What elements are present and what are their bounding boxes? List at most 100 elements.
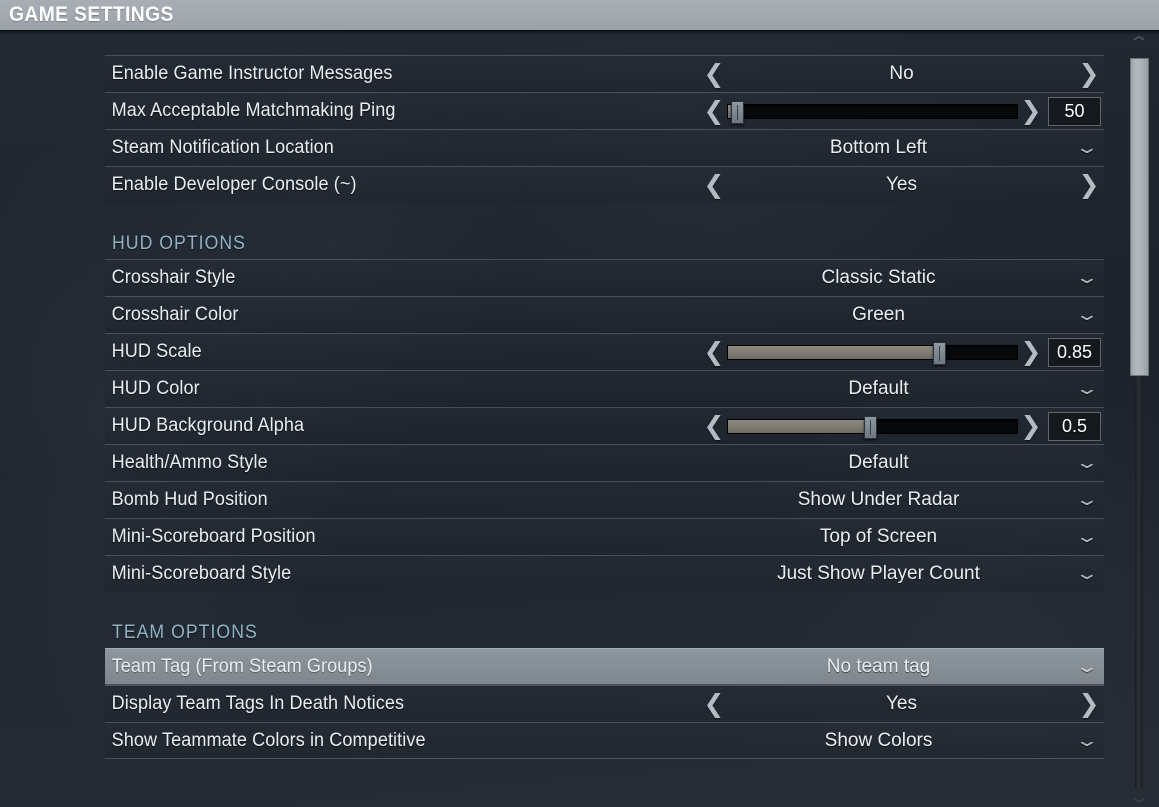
setting-value: Classic Static — [821, 267, 936, 288]
setting-label: Display Team Tags In Death Notices — [111, 693, 405, 714]
setting-value: No — [889, 63, 914, 84]
chevron-down-icon[interactable]: ⌄ — [1062, 307, 1113, 324]
setting-row[interactable]: Crosshair Color Green ⌄ — [105, 296, 1104, 333]
setting-control-slider[interactable]: ❮ ❯ 50 — [699, 93, 1104, 129]
chevron-down-icon[interactable]: ⌄ — [1062, 566, 1113, 583]
chevron-down-icon[interactable]: ⌄ — [1062, 270, 1113, 287]
game-settings-screen: GAME SETTINGS Enable Game Instructor Mes… — [0, 0, 1159, 807]
chevron-down-icon[interactable]: ⌄ — [1062, 492, 1113, 509]
section-header-label: TEAM OPTIONS — [112, 622, 258, 643]
chevron-right-icon[interactable]: ❯ — [1018, 98, 1044, 124]
chevron-down-icon[interactable]: ⌄ — [1062, 381, 1113, 398]
setting-control-dropdown[interactable]: Classic Static ⌄ — [699, 260, 1104, 296]
settings-scroll-pane: Enable Game Instructor Messages ❮ No ❯ Max A… — [0, 35, 1159, 807]
settings-list: Enable Game Instructor Messages ❮ No ❯ Max A… — [105, 55, 1104, 759]
setting-value: Show Colors — [824, 729, 933, 751]
section-header: HUD OPTIONS — [105, 203, 1104, 259]
setting-row[interactable]: Steam Notification Location Bottom Left ⌄ — [105, 129, 1104, 166]
setting-row[interactable]: Enable Game Instructor Messages ❮ No ❯ — [105, 55, 1104, 92]
scroll-up-arrow-icon[interactable]: ⌃ — [1123, 35, 1155, 52]
chevron-left-icon[interactable]: ❮ — [701, 339, 727, 365]
setting-value: Yes — [886, 174, 917, 195]
chevron-down-icon[interactable]: ⌄ — [1062, 529, 1113, 546]
setting-label: Mini-Scoreboard Position — [111, 526, 316, 547]
chevron-left-icon[interactable]: ❮ — [701, 413, 727, 439]
setting-control-dropdown[interactable]: Show Under Radar ⌄ — [699, 482, 1104, 518]
chevron-left-icon[interactable]: ❮ — [701, 691, 727, 717]
section-header-label: HUD OPTIONS — [112, 233, 246, 254]
setting-row[interactable]: Display Team Tags In Death Notices ❮ Yes ❯ — [105, 685, 1104, 722]
chevron-left-icon[interactable]: ❮ — [701, 98, 727, 124]
chevron-right-icon[interactable]: ❯ — [1076, 172, 1102, 198]
setting-row[interactable]: Team Tag (From Steam Groups) No team tag ⌄ — [105, 648, 1104, 685]
slider-fill — [728, 345, 939, 359]
setting-row[interactable]: Mini-Scoreboard Position Top of Screen ⌄ — [105, 518, 1104, 555]
scrollbar-thumb[interactable] — [1130, 58, 1149, 376]
setting-value: Bottom Left — [829, 137, 928, 158]
setting-value: Just Show Player Count — [777, 563, 980, 584]
setting-label: HUD Background Alpha — [111, 415, 305, 436]
slider-fill — [728, 419, 870, 433]
setting-control-slider[interactable]: ❮ ❯ 0.5 — [699, 408, 1104, 444]
setting-label: Enable Game Instructor Messages — [111, 63, 393, 84]
setting-row[interactable]: Show Teammate Colors in Competitive Show … — [105, 722, 1104, 759]
setting-control-dropdown[interactable]: Default ⌄ — [699, 371, 1104, 407]
setting-label: Team Tag (From Steam Groups) — [111, 655, 373, 677]
setting-control-toggle[interactable]: ❮ Yes ❯ — [699, 167, 1104, 203]
setting-value: No team tag — [826, 655, 931, 677]
page-title: GAME SETTINGS — [9, 3, 174, 26]
setting-row[interactable]: Max Acceptable Matchmaking Ping ❮ ❯ 50 — [105, 92, 1104, 129]
setting-row[interactable]: Crosshair Style Classic Static ⌄ — [105, 259, 1104, 296]
setting-label: Steam Notification Location — [111, 137, 334, 158]
setting-row[interactable]: Health/Ammo Style Default ⌄ — [105, 444, 1104, 481]
setting-control-slider[interactable]: ❮ ❯ 0.85 — [699, 334, 1104, 370]
slider-handle[interactable] — [932, 341, 946, 365]
setting-value: Top of Screen — [819, 526, 938, 547]
chevron-down-icon[interactable]: ⌄ — [1062, 658, 1113, 675]
setting-row[interactable]: Mini-Scoreboard Style Just Show Player Co… — [105, 555, 1104, 592]
setting-value: Green — [852, 304, 905, 325]
chevron-down-icon[interactable]: ⌄ — [1062, 732, 1113, 749]
slider-track[interactable] — [727, 415, 1018, 439]
setting-label: Enable Developer Console (~) — [111, 174, 357, 195]
chevron-down-icon[interactable]: ⌄ — [1062, 455, 1113, 472]
setting-control-dropdown[interactable]: Show Colors ⌄ — [699, 723, 1104, 758]
setting-control-toggle[interactable]: ❮ Yes ❯ — [699, 686, 1104, 722]
settings-scrollbar[interactable]: ⌃ ⌄ — [1127, 35, 1150, 807]
chevron-right-icon[interactable]: ❯ — [1076, 61, 1102, 87]
setting-row[interactable]: HUD Color Default ⌄ — [105, 370, 1104, 407]
setting-control-dropdown[interactable]: Bottom Left ⌄ — [699, 130, 1104, 166]
chevron-right-icon[interactable]: ❯ — [1018, 339, 1044, 365]
setting-row[interactable]: Enable Developer Console (~) ❮ Yes ❯ — [105, 166, 1104, 203]
scroll-down-arrow-icon[interactable]: ⌄ — [1123, 789, 1155, 806]
slider-handle[interactable] — [863, 415, 877, 439]
setting-label: Crosshair Style — [111, 267, 236, 288]
setting-control-dropdown[interactable]: Top of Screen ⌄ — [699, 519, 1104, 555]
chevron-right-icon[interactable]: ❯ — [1076, 691, 1102, 717]
setting-value: Default — [848, 452, 909, 473]
setting-control-toggle[interactable]: ❮ No ❯ — [699, 56, 1104, 92]
window-titlebar: GAME SETTINGS — [0, 0, 1159, 30]
setting-label: HUD Scale — [111, 341, 202, 362]
setting-value: Default — [848, 378, 909, 399]
chevron-left-icon[interactable]: ❮ — [701, 172, 727, 198]
slider-track[interactable] — [727, 100, 1018, 124]
setting-control-dropdown[interactable]: Default ⌄ — [699, 445, 1104, 481]
setting-row[interactable]: HUD Background Alpha ❮ ❯ 0.5 — [105, 407, 1104, 444]
slider-handle[interactable] — [730, 100, 744, 124]
setting-control-dropdown[interactable]: Just Show Player Count ⌄ — [699, 556, 1104, 592]
setting-label: Max Acceptable Matchmaking Ping — [111, 100, 396, 121]
setting-label: Bomb Hud Position — [111, 489, 268, 510]
setting-control-dropdown[interactable]: No team tag ⌄ — [699, 649, 1104, 684]
chevron-left-icon[interactable]: ❮ — [701, 61, 727, 87]
chevron-right-icon[interactable]: ❯ — [1018, 413, 1044, 439]
setting-label: HUD Color — [111, 378, 200, 399]
setting-row[interactable]: Bomb Hud Position Show Under Radar ⌄ — [105, 481, 1104, 518]
setting-control-dropdown[interactable]: Green ⌄ — [699, 297, 1104, 333]
setting-label: Crosshair Color — [111, 304, 239, 325]
slider-track[interactable] — [727, 341, 1018, 365]
chevron-down-icon[interactable]: ⌄ — [1062, 140, 1113, 157]
setting-row[interactable]: HUD Scale ❮ ❯ 0.85 — [105, 333, 1104, 370]
slider-value: 0.5 — [1048, 411, 1101, 441]
setting-label: Health/Ammo Style — [111, 452, 268, 473]
